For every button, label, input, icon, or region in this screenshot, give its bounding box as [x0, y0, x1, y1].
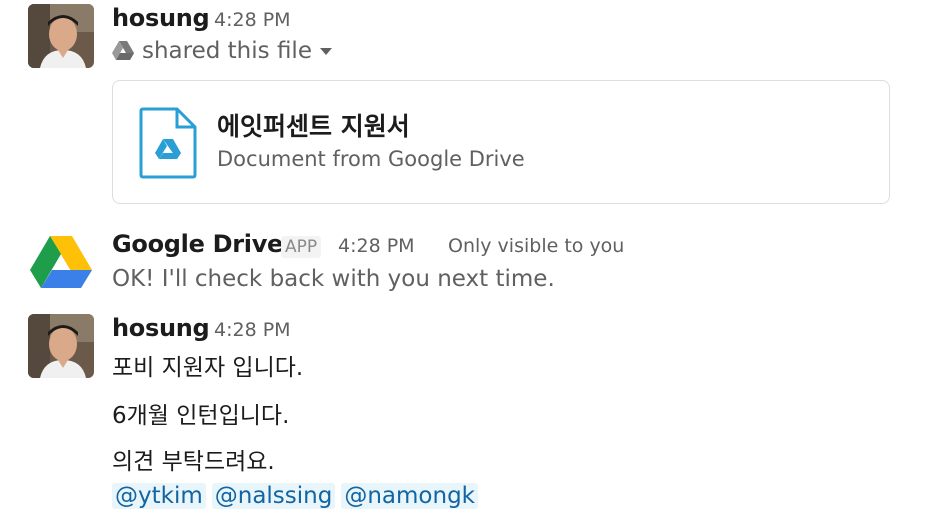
mention-link[interactable]: @ytkim — [112, 483, 206, 509]
google-drive-doc-icon — [139, 107, 197, 179]
message-line: 6개월 인턴입니다. — [112, 403, 290, 429]
google-drive-icon — [112, 41, 134, 60]
timestamp[interactable]: 4:28 PM — [214, 319, 291, 341]
message-line: 의견 부탁드려요. — [112, 449, 275, 475]
file-title[interactable]: 에잇퍼센트 지원서 — [217, 107, 410, 143]
chevron-down-icon[interactable] — [319, 47, 332, 55]
message-line: 포비 지원자 입니다. — [112, 355, 304, 381]
shared-file-label: shared this file — [142, 38, 312, 64]
message-app: Google Drive APP 4:28 PM Only visible to… — [0, 228, 940, 308]
app-badge: APP — [281, 236, 322, 258]
author-name[interactable]: hosung — [112, 314, 210, 342]
message-text: OK! I'll check back with you next time. — [112, 266, 555, 292]
file-card[interactable]: 에잇퍼센트 지원서 Document from Google Drive — [112, 80, 890, 204]
timestamp[interactable]: 4:28 PM — [214, 9, 291, 31]
file-subtitle: Document from Google Drive — [217, 147, 525, 171]
google-drive-logo-icon[interactable] — [30, 234, 92, 290]
mention-link[interactable]: @namongk — [341, 483, 479, 509]
avatar[interactable] — [28, 314, 94, 378]
timestamp[interactable]: 4:28 PM — [338, 235, 415, 257]
mentions-row: @ytkim @nalssing @namongk — [112, 483, 479, 509]
mention-link[interactable]: @nalssing — [211, 483, 336, 509]
author-name[interactable]: hosung — [112, 4, 210, 32]
message-file-share: hosung 4:28 PM shared this file 에잇퍼센트 지원… — [0, 0, 940, 210]
visibility-note: Only visible to you — [448, 235, 625, 257]
avatar[interactable] — [28, 4, 94, 68]
author-name[interactable]: Google Drive — [112, 230, 283, 258]
shared-file-line: shared this file — [112, 38, 332, 64]
